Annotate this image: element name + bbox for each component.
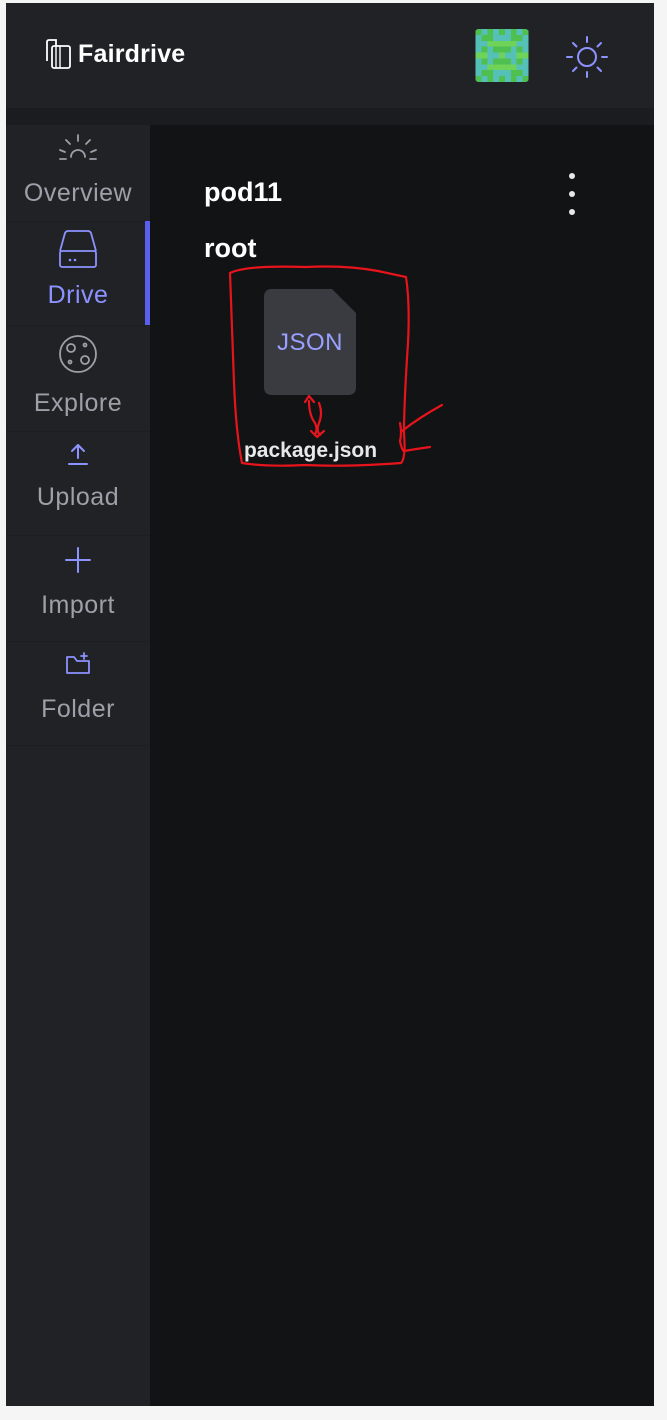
top-bar: Fairdrive xyxy=(6,3,654,108)
new-folder-icon xyxy=(64,651,92,677)
plus-icon xyxy=(63,545,93,575)
sunrise-icon xyxy=(57,133,99,163)
sun-icon xyxy=(566,36,608,78)
directory-title: root xyxy=(204,233,257,263)
sidebar: Overview Drive Explore Upload Import Fol… xyxy=(6,125,150,1406)
planet-icon xyxy=(57,333,99,375)
sidebar-item-label: Overview xyxy=(23,179,133,207)
hard-drive-icon xyxy=(57,229,99,269)
file-type-label: JSON xyxy=(276,329,343,356)
sidebar-item-label: Upload xyxy=(36,483,120,511)
pixel-avatar xyxy=(475,29,529,82)
sidebar-item-label: Import xyxy=(41,591,115,619)
pod-title: pod11 xyxy=(204,177,283,207)
more-options-button[interactable] xyxy=(555,169,587,221)
sidebar-item-label: Folder xyxy=(41,695,115,723)
app-logo[interactable]: Fairdrive xyxy=(44,37,185,71)
fairdrive-logo-icon xyxy=(46,39,71,69)
sidebar-item-drive[interactable]: Drive xyxy=(6,221,150,326)
theme-toggle-button[interactable] xyxy=(563,33,611,81)
app-window: Fairdrive Overview Drive Explore Upload … xyxy=(6,3,654,1406)
sidebar-item-overview[interactable]: Overview xyxy=(6,125,150,222)
sidebar-item-label: Drive xyxy=(47,281,109,309)
app-name: Fairdrive xyxy=(78,39,186,68)
header-divider xyxy=(6,108,654,125)
sidebar-item-label: Explore xyxy=(33,389,123,417)
sidebar-item-explore[interactable]: Explore xyxy=(6,325,150,432)
user-avatar[interactable] xyxy=(475,29,529,82)
sidebar-item-import[interactable]: Import xyxy=(6,535,150,642)
sidebar-item-upload[interactable]: Upload xyxy=(6,431,150,536)
drive-content: pod11 root JSON package.json xyxy=(150,125,654,1406)
kebab-menu-icon xyxy=(569,173,575,215)
upload-icon xyxy=(66,441,90,467)
sidebar-item-folder[interactable]: Folder xyxy=(6,641,150,746)
file-name: package.json xyxy=(243,439,378,462)
